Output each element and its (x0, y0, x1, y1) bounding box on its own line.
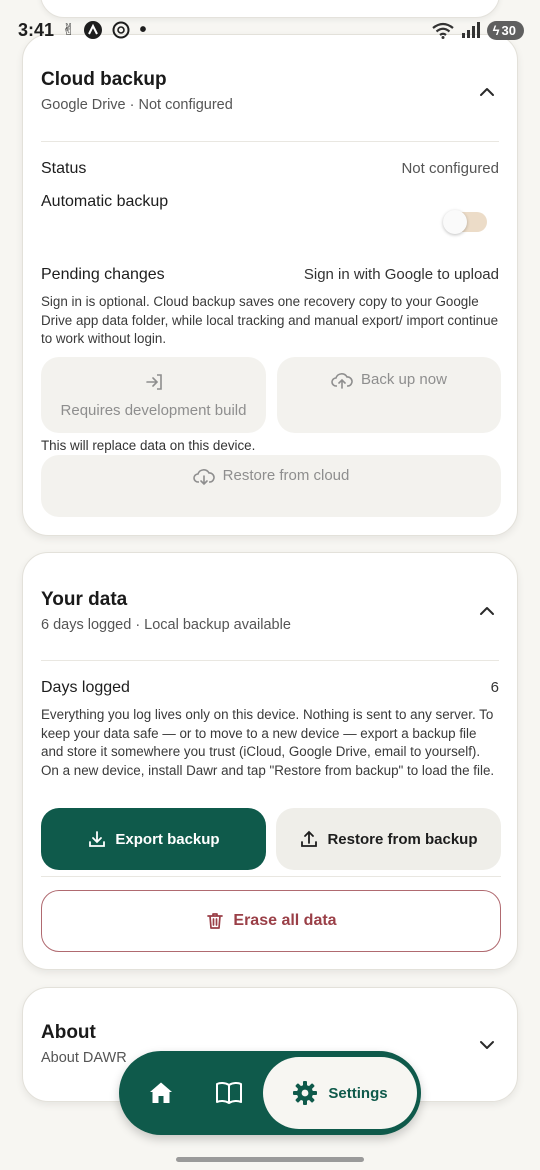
status-row: Status Not configured (23, 160, 517, 178)
google-signin-button[interactable]: Requires development build (41, 357, 266, 433)
your-data-header[interactable]: Your data 6 days logged · Local backup a… (23, 553, 517, 660)
chevron-down-icon[interactable] (477, 1035, 497, 1055)
download-icon (89, 831, 106, 847)
trash-icon (207, 913, 224, 929)
restore-from-backup-button[interactable]: Restore from backup (276, 808, 501, 870)
your-data-subtitle: 6 days logged · Local backup available (41, 617, 291, 633)
sign-in-icon (145, 373, 162, 390)
charging-icon: ϟ (492, 22, 500, 38)
erase-all-data-label: Erase all data (233, 912, 337, 929)
pending-changes-value: Sign in with Google to upload (303, 266, 499, 283)
cloud-backup-card: Cloud backup Google Drive · Not configur… (22, 34, 518, 536)
book-open-icon (216, 1081, 242, 1104)
home-indicator (176, 1157, 364, 1162)
your-data-title: Your data (41, 589, 128, 610)
cloud-backup-subtitle: Google Drive · Not configured (41, 97, 233, 113)
days-logged-label: Days logged (41, 679, 130, 696)
status-value: Not configured (401, 160, 499, 177)
automatic-backup-toggle[interactable] (443, 210, 487, 234)
back-up-now-button[interactable]: Back up now (277, 357, 501, 433)
divider (41, 876, 501, 877)
export-backup-button[interactable]: Export backup (41, 808, 266, 870)
export-backup-label: Export backup (115, 830, 220, 848)
your-data-card: Your data 6 days logged · Local backup a… (22, 552, 518, 970)
google-signin-label: Requires development build (60, 401, 247, 419)
status-label: Status (41, 160, 87, 177)
nav-settings[interactable]: Settings (263, 1057, 417, 1129)
days-logged-row: Days logged 6 (23, 679, 517, 697)
wifi-icon (431, 22, 454, 39)
cloud-backup-description: Sign in is optional. Cloud backup saves … (41, 294, 499, 346)
nav-home[interactable] (141, 1073, 181, 1113)
automatic-backup-row: Automatic backup (23, 193, 517, 211)
restore-from-backup-label: Restore from backup (327, 830, 478, 848)
automatic-backup-label: Automatic backup (41, 193, 169, 210)
chevron-up-icon[interactable] (477, 82, 497, 102)
replace-warning: This will replace data on this device. (41, 438, 256, 453)
pending-changes-label: Pending changes (41, 266, 165, 283)
nav-journal[interactable] (209, 1073, 249, 1113)
cloud-download-icon (192, 469, 215, 486)
settings-screen: 3:41 ✌ • ϟ 30 Cloud backup Google Drive … (0, 0, 540, 1170)
days-logged-value: 6 (490, 679, 499, 696)
notification-app-icon (84, 21, 103, 39)
status-bar: 3:41 ✌ • ϟ 30 (0, 0, 540, 60)
signal-icon (461, 22, 480, 38)
upload-icon (301, 830, 318, 847)
toggle-knob (443, 210, 467, 234)
gear-icon (293, 1081, 318, 1105)
chevron-up-icon[interactable] (477, 601, 497, 621)
cloud-backup-title: Cloud backup (41, 69, 167, 90)
battery-indicator: ϟ 30 (486, 20, 524, 40)
pending-changes-row: Pending changes Sign in with Google to u… (23, 266, 517, 284)
your-data-description: Everything you log lives only on this de… (41, 707, 495, 778)
restore-from-cloud-label: Restore from cloud (222, 467, 350, 484)
notification-hand-icon: ✌ (62, 22, 76, 39)
erase-all-data-button[interactable]: Erase all data (41, 890, 501, 952)
back-up-now-label: Back up now (361, 371, 447, 388)
about-title: About (41, 1022, 96, 1043)
home-icon (150, 1082, 172, 1103)
notification-dot-icon: • (139, 18, 147, 41)
battery-level: 30 (501, 22, 516, 38)
divider (41, 141, 499, 142)
nav-settings-label: Settings (328, 1084, 388, 1102)
status-time: 3:41 (18, 19, 55, 40)
divider (41, 660, 499, 661)
restore-from-cloud-button[interactable]: Restore from cloud (41, 455, 501, 517)
cloud-upload-icon (331, 373, 353, 389)
bottom-navigation: Settings (119, 1051, 421, 1135)
notification-openai-icon (112, 21, 130, 39)
